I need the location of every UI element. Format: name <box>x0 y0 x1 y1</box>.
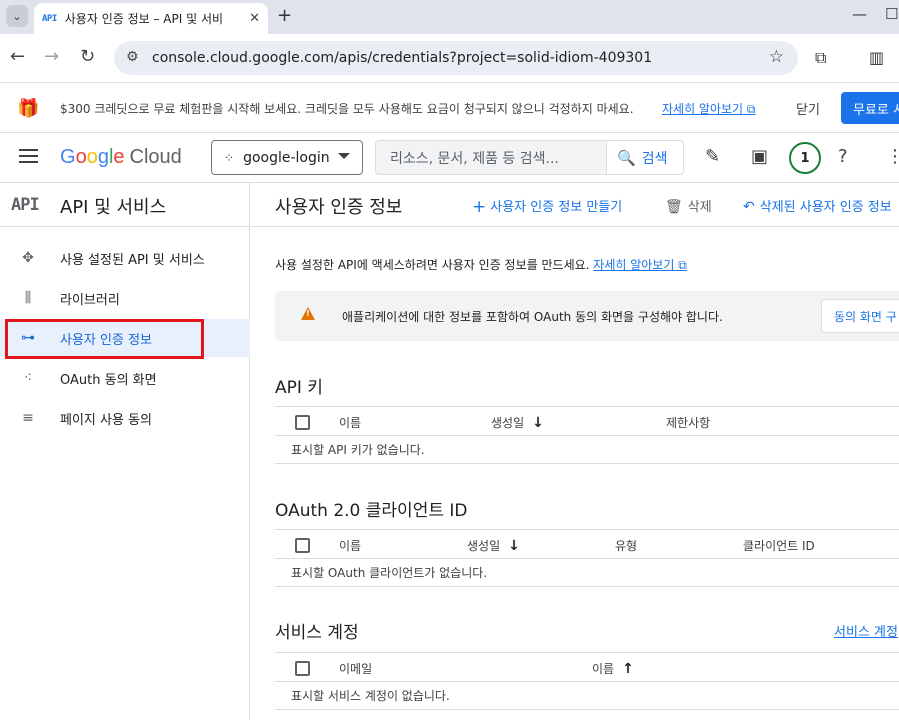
sort-created-column[interactable]: 생성일 ↓ <box>467 537 520 554</box>
cloud-shell-icon[interactable]: ▣ <box>751 146 768 167</box>
oauth-dots-icon: ⁖ <box>23 370 33 386</box>
left-sidebar: API API 및 서비스 ✥ 사용 설정된 API 및 서비스 ⫼ 라이브러리… <box>0 183 250 720</box>
search-icon: 🔍 <box>617 148 636 167</box>
sort-name-column[interactable]: 이름 ↑ <box>592 660 634 677</box>
oauth-empty-row: 표시할 OAuth 클라이언트가 없습니다. <box>275 559 899 587</box>
reload-icon[interactable]: ↻ <box>80 46 95 67</box>
back-arrow-icon[interactable]: ← <box>10 46 25 67</box>
promo-learn-more-link[interactable]: 자세히 알아보기 ⧉ <box>662 100 756 117</box>
intro-text: 사용 설정한 API에 액세스하려면 사용자 인증 정보를 만드세요. 자세히 … <box>275 258 687 272</box>
api-keys-table-header: 이름 생성일 ↓ 제한사항 <box>275 406 899 436</box>
side-panel-icon[interactable]: ▥ <box>869 48 884 67</box>
credentials-toolbar: 사용자 인증 정보 + 사용자 인증 정보 만들기 🗑 삭제 ↶ 삭제된 사용자 인증… <box>251 183 899 227</box>
sidebar-item-library[interactable]: ⫼ 라이브러리 <box>0 279 250 317</box>
service-accounts-title: 서비스 계정 <box>275 623 359 643</box>
oauth-table-header: 이름 생성일 ↓ 유형 클라이언트 ID <box>275 529 899 559</box>
sidebar-title: API 및 서비스 <box>60 197 167 218</box>
select-all-checkbox[interactable] <box>295 415 310 430</box>
warning-text: 애플리케이션에 대한 정보를 포함하여 OAuth 동의 화면을 구성해야 합니… <box>342 310 723 324</box>
site-settings-icon[interactable]: ⚙ <box>126 49 139 65</box>
help-icon[interactable]: ? <box>838 146 848 167</box>
service-accounts-table-header: 이메일 이름 ↑ <box>275 652 899 682</box>
bookmark-star-icon[interactable]: ☆ <box>769 47 784 67</box>
promo-text: $300 크레딧으로 무료 체험판을 시작해 보세요. 크레딧을 모두 사용해도… <box>60 102 634 116</box>
api-keys-empty-row: 표시할 API 키가 없습니다. <box>275 436 899 464</box>
console-search-input[interactable]: 리소스, 문서, 제품 등 검색... <box>375 140 607 175</box>
api-keys-title: API 키 <box>275 378 323 398</box>
project-selector[interactable]: ⁘ google-login <box>211 140 363 175</box>
dropdown-caret-icon <box>338 153 350 159</box>
window-minimize-icon[interactable]: — <box>852 5 867 23</box>
settings-list-icon: ≡ <box>22 410 34 426</box>
gift-icon: 🎁 <box>17 98 40 119</box>
sidebar-item-page-usage[interactable]: ≡ 페이지 사용 동의 <box>0 399 250 437</box>
url-omnibox[interactable]: ⚙ console.cloud.google.com/apis/credenti… <box>114 41 798 75</box>
select-all-checkbox[interactable] <box>295 538 310 553</box>
apis-diamond-icon: ✥ <box>22 250 34 266</box>
oauth-warning-box: 애플리케이션에 대한 정보를 포함하여 OAuth 동의 화면을 구성해야 합니… <box>275 291 899 341</box>
library-icon: ⫼ <box>24 290 32 306</box>
tab-search-chevron-icon[interactable]: ⌄ <box>6 5 28 27</box>
api-favicon-icon: API <box>42 13 57 24</box>
browser-tab-strip: ⌄ API 사용자 인증 정보 – API 및 서비 ✕ + — ☐ <box>0 0 899 34</box>
oauth-clients-title: OAuth 2.0 클라이언트 ID <box>275 501 468 521</box>
gemini-notes-icon[interactable]: ✎ <box>705 146 720 167</box>
browser-address-bar: ← → ↻ ⚙ console.cloud.google.com/apis/cr… <box>0 34 899 82</box>
new-tab-plus-icon[interactable]: + <box>277 5 292 26</box>
api-logo-icon: API <box>11 195 40 215</box>
promo-dismiss-button[interactable]: 닫기 <box>796 99 820 118</box>
plus-icon: + <box>472 197 487 217</box>
start-free-trial-button[interactable]: 무료로 시 <box>841 92 899 124</box>
trash-icon: 🗑 <box>665 199 683 215</box>
sidebar-header: API API 및 서비스 <box>0 183 250 227</box>
tab-close-icon[interactable]: ✕ <box>249 11 260 26</box>
forward-arrow-icon[interactable]: → <box>44 46 59 67</box>
search-button[interactable]: 🔍 검색 <box>607 140 684 175</box>
cloud-console-header: Google Cloud ⁘ google-login 리소스, 문서, 제품 등… <box>0 133 899 183</box>
service-accounts-empty-row: 표시할 서비스 계정이 없습니다. <box>275 682 899 710</box>
project-dots-icon: ⁘ <box>224 150 235 165</box>
delete-button[interactable]: 🗑 삭제 <box>665 196 712 215</box>
project-name: google-login <box>243 149 330 166</box>
main-menu-icon[interactable] <box>19 149 38 163</box>
restore-icon: ↶ <box>743 199 755 215</box>
configure-consent-screen-button[interactable]: 동의 화면 구 <box>821 299 899 333</box>
restore-deleted-credentials-button[interactable]: ↶ 삭제된 사용자 인증 정보 <box>743 196 892 215</box>
google-cloud-logo[interactable]: Google Cloud <box>60 146 182 169</box>
sidebar-item-enabled-apis[interactable]: ✥ 사용 설정된 API 및 서비스 <box>0 239 250 277</box>
sort-created-column[interactable]: 생성일 ↓ <box>491 414 544 431</box>
sidebar-item-credentials[interactable]: ⊶ 사용자 인증 정보 <box>0 319 250 357</box>
main-content: 사용자 인증 정보 + 사용자 인증 정보 만들기 🗑 삭제 ↶ 삭제된 사용자 인증… <box>251 183 899 720</box>
free-trial-banner: 🎁 $300 크레딧으로 무료 체험판을 시작해 보세요. 크레딧을 모두 사용… <box>0 82 899 133</box>
extensions-puzzle-icon[interactable]: ⧉ <box>815 48 826 68</box>
intro-learn-more-link[interactable]: 자세히 알아보기 ⧉ <box>593 258 687 272</box>
browser-tab-active[interactable]: API 사용자 인증 정보 – API 및 서비 ✕ <box>34 3 268 34</box>
sort-arrow-up-icon: ↑ <box>622 661 634 677</box>
notifications-badge[interactable]: 1 <box>789 142 821 174</box>
warning-triangle-icon <box>301 307 315 320</box>
create-credentials-button[interactable]: + 사용자 인증 정보 만들기 <box>472 196 622 217</box>
select-all-checkbox[interactable] <box>295 661 310 676</box>
sidebar-item-oauth-consent[interactable]: ⁖ OAuth 동의 화면 <box>0 359 250 397</box>
sort-arrow-down-icon: ↓ <box>508 538 520 554</box>
more-vert-icon[interactable]: ⋮ <box>886 146 899 167</box>
window-maximize-icon[interactable]: ☐ <box>885 5 898 23</box>
key-icon: ⊶ <box>21 330 35 346</box>
tab-title: 사용자 인증 정보 – API 및 서비 <box>64 12 224 26</box>
manage-service-accounts-link[interactable]: 서비스 계정 <box>834 621 898 640</box>
sort-arrow-down-icon: ↓ <box>532 415 544 431</box>
page-title: 사용자 인증 정보 <box>275 197 403 218</box>
url-text: console.cloud.google.com/apis/credential… <box>152 50 653 66</box>
